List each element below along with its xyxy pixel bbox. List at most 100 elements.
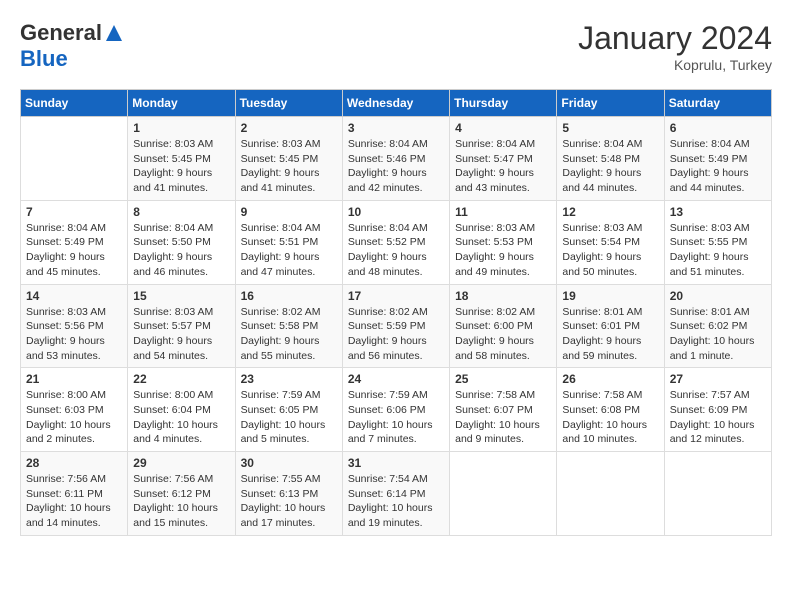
- day-info: Sunrise: 8:04 AMSunset: 5:51 PMDaylight:…: [241, 221, 337, 280]
- calendar-day-cell: 13Sunrise: 8:03 AMSunset: 5:55 PMDayligh…: [664, 200, 771, 284]
- calendar-header-row: SundayMondayTuesdayWednesdayThursdayFrid…: [21, 90, 772, 117]
- calendar-day-cell: [557, 452, 664, 536]
- calendar-week-row: 1 Sunrise: 8:03 AMSunset: 5:45 PMDaylight…: [21, 117, 772, 201]
- day-info: Sunrise: 8:00 AMSunset: 6:04 PMDaylight:…: [133, 388, 229, 447]
- day-info: Sunrise: 8:03 AMSunset: 5:45 PMDaylight:…: [241, 137, 337, 196]
- day-info: Sunrise: 8:04 AMSunset: 5:50 PMDaylight:…: [133, 221, 229, 280]
- day-number: 20: [670, 289, 766, 303]
- day-info: Sunrise: 7:59 AMSunset: 6:05 PMDaylight:…: [241, 388, 337, 447]
- day-number: 29: [133, 456, 229, 470]
- day-number: 24: [348, 372, 444, 386]
- calendar-day-cell: 22Sunrise: 8:00 AMSunset: 6:04 PMDayligh…: [128, 368, 235, 452]
- day-number: 2: [241, 121, 337, 135]
- calendar-table: SundayMondayTuesdayWednesdayThursdayFrid…: [20, 89, 772, 536]
- calendar-day-cell: [21, 117, 128, 201]
- day-of-week-header: Sunday: [21, 90, 128, 117]
- day-info: Sunrise: 7:56 AMSunset: 6:12 PMDaylight:…: [133, 472, 229, 531]
- day-info: Sunrise: 8:02 AMSunset: 5:59 PMDaylight:…: [348, 305, 444, 364]
- calendar-day-cell: 9 Sunrise: 8:04 AMSunset: 5:51 PMDaylight…: [235, 200, 342, 284]
- logo: General Blue: [20, 20, 124, 72]
- day-of-week-header: Wednesday: [342, 90, 449, 117]
- calendar-day-cell: 7 Sunrise: 8:04 AMSunset: 5:49 PMDaylight…: [21, 200, 128, 284]
- day-number: 10: [348, 205, 444, 219]
- logo-icon: [104, 23, 124, 43]
- day-info: Sunrise: 7:57 AMSunset: 6:09 PMDaylight:…: [670, 388, 766, 447]
- day-info: Sunrise: 8:01 AMSunset: 6:02 PMDaylight:…: [670, 305, 766, 364]
- calendar-day-cell: 24 Sunrise: 7:59 AMSunset: 6:06 PMDayligh…: [342, 368, 449, 452]
- day-info: Sunrise: 8:03 AMSunset: 5:56 PMDaylight:…: [26, 305, 122, 364]
- day-number: 3: [348, 121, 444, 135]
- calendar-day-cell: 18Sunrise: 8:02 AMSunset: 6:00 PMDayligh…: [450, 284, 557, 368]
- calendar-day-cell: 15Sunrise: 8:03 AMSunset: 5:57 PMDayligh…: [128, 284, 235, 368]
- calendar-day-cell: 17 Sunrise: 8:02 AMSunset: 5:59 PMDayligh…: [342, 284, 449, 368]
- day-number: 11: [455, 205, 551, 219]
- day-info: Sunrise: 7:54 AMSunset: 6:14 PMDaylight:…: [348, 472, 444, 531]
- calendar-week-row: 21 Sunrise: 8:00 AMSunset: 6:03 PMDayligh…: [21, 368, 772, 452]
- day-info: Sunrise: 8:03 AMSunset: 5:54 PMDaylight:…: [562, 221, 658, 280]
- day-info: Sunrise: 8:04 AMSunset: 5:49 PMDaylight:…: [26, 221, 122, 280]
- calendar-day-cell: 8 Sunrise: 8:04 AMSunset: 5:50 PMDaylight…: [128, 200, 235, 284]
- calendar-week-row: 7 Sunrise: 8:04 AMSunset: 5:49 PMDaylight…: [21, 200, 772, 284]
- calendar-day-cell: 1 Sunrise: 8:03 AMSunset: 5:45 PMDaylight…: [128, 117, 235, 201]
- calendar-day-cell: 5Sunrise: 8:04 AMSunset: 5:48 PMDaylight…: [557, 117, 664, 201]
- day-number: 19: [562, 289, 658, 303]
- day-info: Sunrise: 8:01 AMSunset: 6:01 PMDaylight:…: [562, 305, 658, 364]
- day-of-week-header: Tuesday: [235, 90, 342, 117]
- day-number: 15: [133, 289, 229, 303]
- day-number: 8: [133, 205, 229, 219]
- day-info: Sunrise: 8:04 AMSunset: 5:52 PMDaylight:…: [348, 221, 444, 280]
- day-info: Sunrise: 8:04 AMSunset: 5:49 PMDaylight:…: [670, 137, 766, 196]
- day-number: 14: [26, 289, 122, 303]
- day-number: 6: [670, 121, 766, 135]
- day-number: 27: [670, 372, 766, 386]
- calendar-day-cell: 29 Sunrise: 7:56 AMSunset: 6:12 PMDayligh…: [128, 452, 235, 536]
- calendar-day-cell: 28 Sunrise: 7:56 AMSunset: 6:11 PMDayligh…: [21, 452, 128, 536]
- header: General Blue January 2024 Koprulu, Turke…: [20, 20, 772, 73]
- calendar-day-cell: 21 Sunrise: 8:00 AMSunset: 6:03 PMDayligh…: [21, 368, 128, 452]
- day-info: Sunrise: 7:58 AMSunset: 6:08 PMDaylight:…: [562, 388, 658, 447]
- day-info: Sunrise: 8:03 AMSunset: 5:53 PMDaylight:…: [455, 221, 551, 280]
- calendar-day-cell: 12 Sunrise: 8:03 AMSunset: 5:54 PMDayligh…: [557, 200, 664, 284]
- day-number: 30: [241, 456, 337, 470]
- day-number: 1: [133, 121, 229, 135]
- day-info: Sunrise: 7:58 AMSunset: 6:07 PMDaylight:…: [455, 388, 551, 447]
- day-number: 31: [348, 456, 444, 470]
- calendar-day-cell: 31 Sunrise: 7:54 AMSunset: 6:14 PMDayligh…: [342, 452, 449, 536]
- calendar-week-row: 14 Sunrise: 8:03 AMSunset: 5:56 PMDayligh…: [21, 284, 772, 368]
- day-info: Sunrise: 7:59 AMSunset: 6:06 PMDaylight:…: [348, 388, 444, 447]
- calendar-day-cell: 27 Sunrise: 7:57 AMSunset: 6:09 PMDayligh…: [664, 368, 771, 452]
- calendar-day-cell: [450, 452, 557, 536]
- day-number: 5: [562, 121, 658, 135]
- day-info: Sunrise: 8:04 AMSunset: 5:46 PMDaylight:…: [348, 137, 444, 196]
- calendar-day-cell: 14 Sunrise: 8:03 AMSunset: 5:56 PMDayligh…: [21, 284, 128, 368]
- logo-general-text: General: [20, 20, 102, 46]
- calendar-body: 1 Sunrise: 8:03 AMSunset: 5:45 PMDaylight…: [21, 117, 772, 536]
- calendar-day-cell: 6 Sunrise: 8:04 AMSunset: 5:49 PMDaylight…: [664, 117, 771, 201]
- day-number: 9: [241, 205, 337, 219]
- day-number: 28: [26, 456, 122, 470]
- day-number: 7: [26, 205, 122, 219]
- day-number: 21: [26, 372, 122, 386]
- calendar-week-row: 28 Sunrise: 7:56 AMSunset: 6:11 PMDayligh…: [21, 452, 772, 536]
- day-info: Sunrise: 8:02 AMSunset: 5:58 PMDaylight:…: [241, 305, 337, 364]
- calendar-day-cell: 11 Sunrise: 8:03 AMSunset: 5:53 PMDayligh…: [450, 200, 557, 284]
- calendar-day-cell: 10 Sunrise: 8:04 AMSunset: 5:52 PMDayligh…: [342, 200, 449, 284]
- day-of-week-header: Monday: [128, 90, 235, 117]
- day-number: 13: [670, 205, 766, 219]
- calendar-day-cell: 3 Sunrise: 8:04 AMSunset: 5:46 PMDaylight…: [342, 117, 449, 201]
- calendar-day-cell: 16Sunrise: 8:02 AMSunset: 5:58 PMDayligh…: [235, 284, 342, 368]
- day-number: 12: [562, 205, 658, 219]
- logo-blue-text: Blue: [20, 46, 68, 71]
- calendar-day-cell: [664, 452, 771, 536]
- calendar-day-cell: 4Sunrise: 8:04 AMSunset: 5:47 PMDaylight…: [450, 117, 557, 201]
- calendar-day-cell: 25Sunrise: 7:58 AMSunset: 6:07 PMDayligh…: [450, 368, 557, 452]
- day-number: 17: [348, 289, 444, 303]
- day-info: Sunrise: 8:04 AMSunset: 5:47 PMDaylight:…: [455, 137, 551, 196]
- title-area: January 2024 Koprulu, Turkey: [578, 20, 772, 73]
- day-info: Sunrise: 8:02 AMSunset: 6:00 PMDaylight:…: [455, 305, 551, 364]
- day-of-week-header: Saturday: [664, 90, 771, 117]
- day-info: Sunrise: 7:56 AMSunset: 6:11 PMDaylight:…: [26, 472, 122, 531]
- day-number: 23: [241, 372, 337, 386]
- day-info: Sunrise: 8:03 AMSunset: 5:45 PMDaylight:…: [133, 137, 229, 196]
- day-info: Sunrise: 8:00 AMSunset: 6:03 PMDaylight:…: [26, 388, 122, 447]
